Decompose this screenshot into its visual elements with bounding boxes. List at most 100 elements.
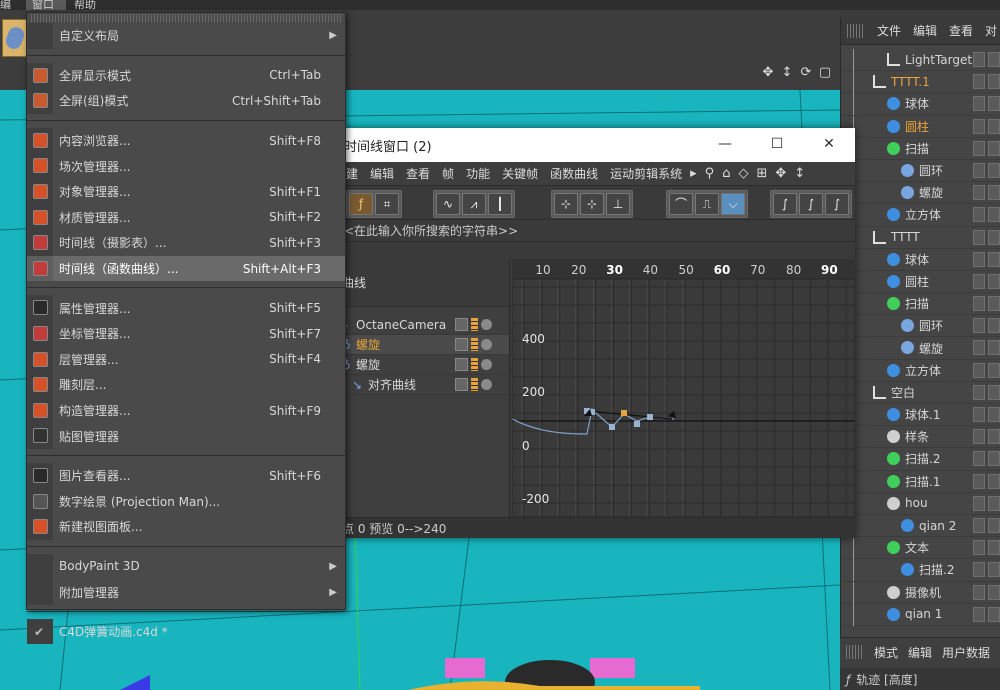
tag-icon[interactable] [988, 362, 1000, 378]
tag-icon[interactable] [988, 517, 1000, 533]
object-tree-row[interactable]: 扫描 [841, 293, 1000, 316]
close-icon[interactable]: ✕ [821, 136, 837, 152]
track-solo-icon[interactable] [481, 359, 492, 370]
menu-tearoff-grip[interactable] [31, 14, 341, 22]
chevron-right-icon[interactable]: ▸ [690, 166, 697, 181]
track-lock-icon[interactable] [455, 318, 468, 331]
motion-mode-icon[interactable]: ⌗ [375, 193, 399, 215]
interp-step-icon[interactable]: ⎍ [695, 193, 719, 215]
render-toggle-icon[interactable] [973, 52, 985, 67]
object-tree-row[interactable]: 螺旋 [841, 337, 1000, 360]
object-tree-row[interactable]: 螺旋 [841, 182, 1000, 205]
render-toggle-icon[interactable] [973, 162, 985, 178]
tag-icon[interactable] [988, 495, 1000, 511]
menu-item[interactable]: 全屏(组)模式 Ctrl+Shift+Tab [27, 88, 345, 114]
am-menu-mode[interactable]: 模式 [874, 644, 898, 661]
tl-menu-keyframe[interactable]: 关键帧 [502, 165, 538, 182]
menu-item[interactable]: 时间线（函数曲线）... Shift+Alt+F3 [27, 255, 345, 282]
render-toggle-icon[interactable] [973, 606, 985, 622]
menu-item[interactable]: 图片查看器... Shift+F6 [27, 462, 345, 489]
tag-icon[interactable] [988, 384, 1000, 400]
track-lock-icon[interactable] [455, 338, 468, 351]
object-tree-row[interactable]: 空白 [841, 381, 1000, 404]
menu-item[interactable]: ✔ C4D弹簧动画.c4d * [27, 618, 345, 645]
tl-menu-fcurve[interactable]: 函数曲线 [550, 165, 598, 182]
render-toggle-icon[interactable] [973, 562, 985, 578]
object-tree-row[interactable]: 文本 [841, 537, 1000, 560]
tag-icon[interactable] [988, 251, 1000, 267]
frame-all-icon[interactable]: ⊞ [756, 166, 767, 181]
tag-icon[interactable] [988, 340, 1000, 356]
timeline-track-row[interactable]: ♁ 螺旋 [340, 335, 509, 355]
tag-icon[interactable] [988, 451, 1000, 467]
object-tree-row[interactable]: 球体 [841, 93, 1000, 116]
render-toggle-icon[interactable] [973, 362, 985, 378]
tl-menu-motion-system[interactable]: 运动剪辑系统 [610, 165, 682, 182]
render-toggle-icon[interactable] [973, 229, 985, 245]
timeline-search-input[interactable]: <在此输入你所搜索的字符串>> [340, 220, 855, 242]
track-lock-icon[interactable] [455, 378, 468, 391]
timeline-titlebar[interactable]: 时间线窗口 (2) — ☐ ✕ [340, 128, 855, 162]
render-toggle-icon[interactable] [973, 185, 985, 201]
object-tree-row[interactable]: 圆环 [841, 159, 1000, 183]
panel-grip-icon[interactable] [846, 645, 864, 659]
track-solo-icon[interactable] [481, 379, 492, 390]
render-toggle-icon[interactable] [973, 429, 985, 445]
menu-item[interactable]: 场次管理器... [27, 153, 345, 179]
move-view-icon[interactable]: ✥ [760, 65, 776, 81]
search-icon[interactable]: ⚲ [705, 166, 715, 181]
menu-item[interactable]: 层管理器... Shift+F4 [27, 346, 345, 373]
om-menu-object[interactable]: 对 [985, 22, 997, 39]
tl-menu-view[interactable]: 查看 [406, 165, 430, 182]
panel-grip-icon[interactable] [847, 23, 865, 38]
object-tree-row[interactable]: 扫描.2 [841, 448, 1000, 471]
render-toggle-icon[interactable] [973, 296, 985, 312]
track-solo-icon[interactable] [481, 339, 492, 350]
minimize-icon[interactable]: — [717, 136, 733, 152]
fcurve-graph[interactable]: 10 20 30 40 50 60 70 80 90 400 200 0 -200 [512, 259, 855, 517]
object-tree-row[interactable]: 圆柱 [841, 270, 1000, 294]
render-toggle-icon[interactable] [973, 384, 985, 400]
object-tree-row[interactable]: qian 2 [841, 514, 1000, 538]
tag-icon[interactable] [988, 74, 1000, 90]
timeline-track-row[interactable]: ▸OctaneCamera [340, 315, 509, 335]
render-toggle-icon[interactable] [973, 318, 985, 334]
maximize-view-icon[interactable]: ▢ [817, 65, 833, 81]
tag-icon[interactable] [988, 407, 1000, 422]
render-toggle-icon[interactable] [973, 407, 985, 422]
tl-menu-frame[interactable]: 帧 [442, 165, 454, 182]
scale-icon[interactable]: ↕ [794, 166, 805, 181]
menu-item[interactable]: 构造管理器... Shift+F9 [27, 397, 345, 424]
am-menu-userdata[interactable]: 用户数据 [942, 644, 990, 661]
render-toggle-icon[interactable] [973, 540, 985, 556]
tag-icon[interactable] [988, 207, 1000, 223]
tag-icon[interactable] [988, 429, 1000, 445]
menu-item[interactable]: 对象管理器... Shift+F1 [27, 178, 345, 205]
object-tree-row[interactable]: 圆环 [841, 315, 1000, 338]
interp-spline-icon[interactable]: ⌒ [669, 193, 693, 215]
tag-icon[interactable] [988, 606, 1000, 622]
track-mute-icon[interactable] [471, 318, 478, 331]
menu-item[interactable]: BodyPaint 3D ▶ [27, 553, 345, 580]
tag-icon[interactable] [988, 229, 1000, 245]
track-lock-icon[interactable] [455, 358, 468, 371]
object-tree-row[interactable]: 扫描 [841, 137, 1000, 160]
tl-menu-create[interactable]: 建 [346, 165, 358, 182]
object-tree-row[interactable]: 球体.1 [841, 404, 1000, 427]
object-tree-row[interactable]: 球体 [841, 248, 1000, 271]
object-tree-row[interactable]: LightTarget [841, 49, 1000, 72]
tl-menu-edit[interactable]: 编辑 [370, 165, 394, 182]
render-toggle-icon[interactable] [973, 96, 985, 112]
tag-icon[interactable] [988, 473, 1000, 489]
render-toggle-icon[interactable] [973, 517, 985, 533]
object-tree-row[interactable]: qian 1 [841, 603, 1000, 626]
key-tangent-icon[interactable]: ⊥ [606, 193, 630, 215]
dolly-view-icon[interactable]: ↕ [779, 65, 795, 81]
render-toggle-icon[interactable] [973, 251, 985, 267]
object-tree-row[interactable]: 摄像机 [841, 581, 1000, 604]
tag-icon[interactable] [988, 118, 1000, 134]
tag-icon[interactable] [988, 140, 1000, 156]
object-tree-row[interactable]: 样条 [841, 426, 1000, 449]
attribute-track-row[interactable]: ƒ 轨迹 [高度] [840, 668, 1000, 690]
object-tree-row[interactable]: TTTT.1 [841, 71, 1000, 94]
